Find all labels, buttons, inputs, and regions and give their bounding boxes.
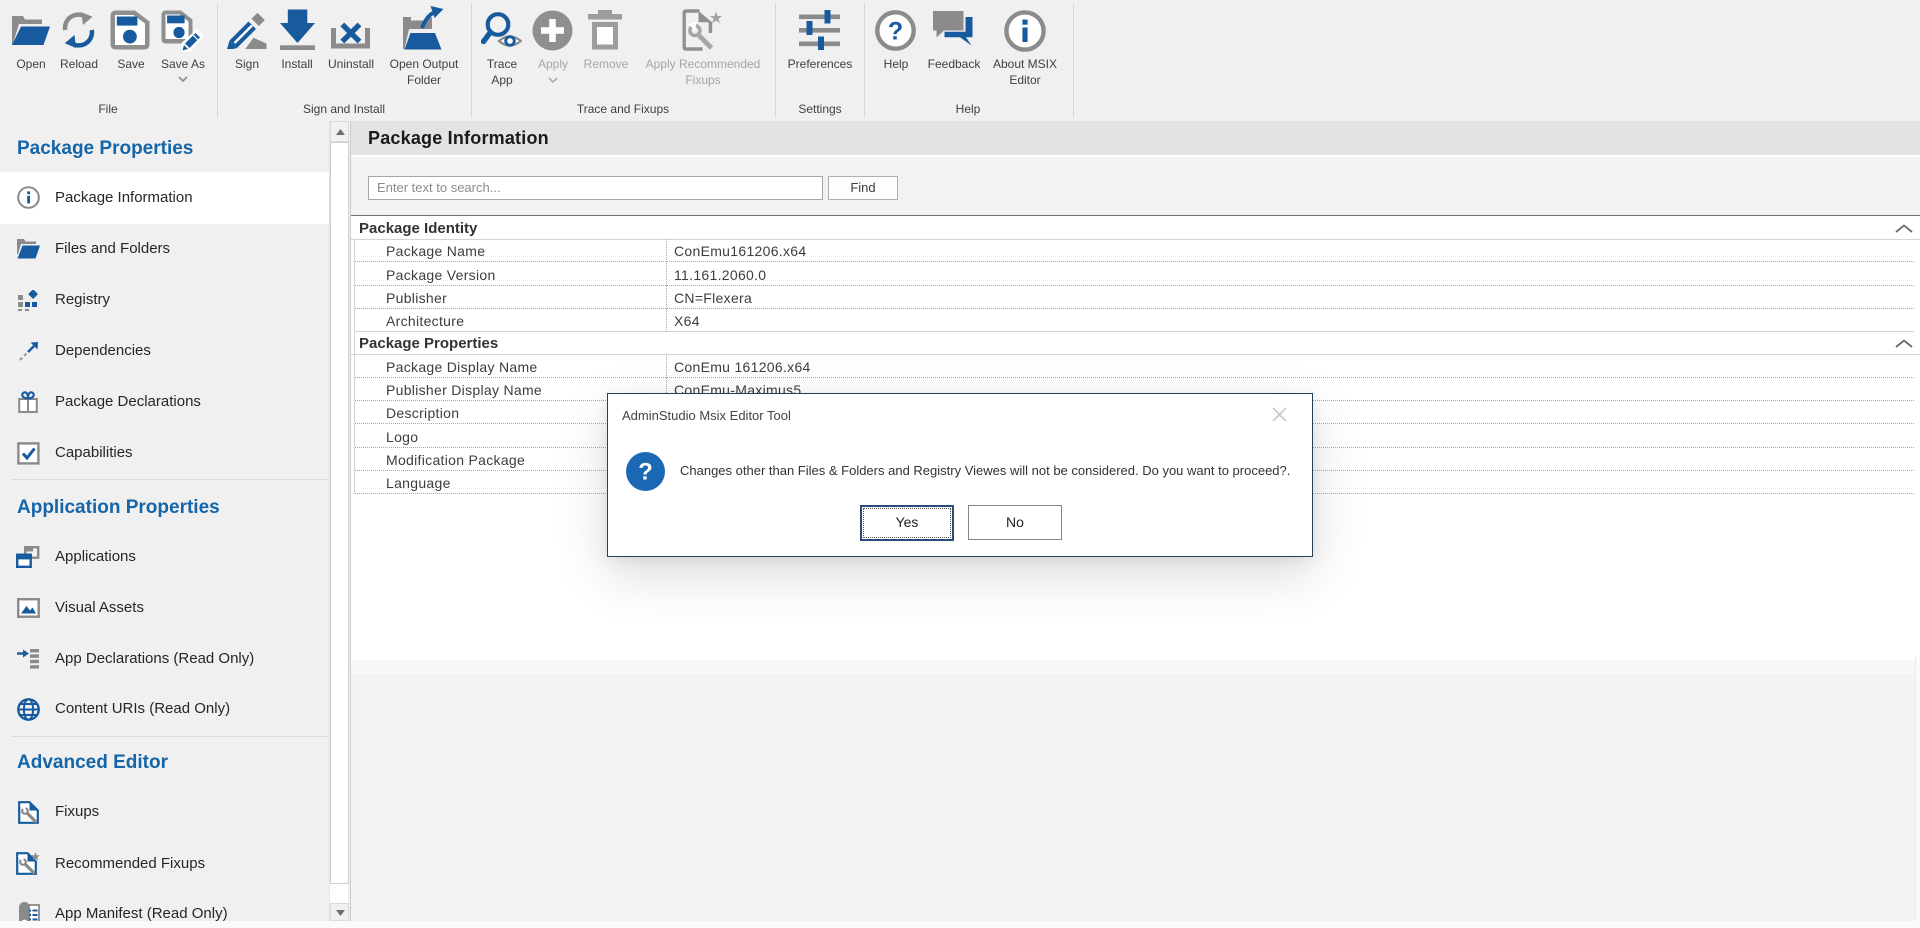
svg-text:?: ? [888, 18, 903, 46]
svg-text:?: ? [638, 459, 653, 486]
